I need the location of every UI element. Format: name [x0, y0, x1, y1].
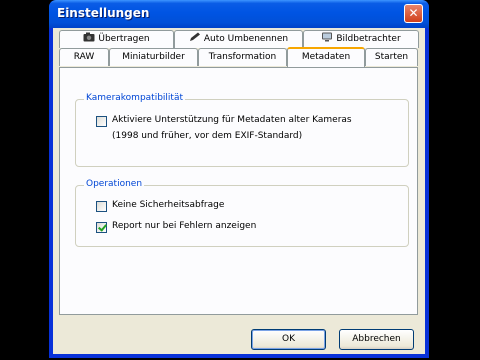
- group-title: Operationen: [84, 179, 145, 189]
- title-bar[interactable]: Einstellungen ✕: [49, 0, 429, 28]
- checkbox-label: Report nur bei Fehlern anzeigen: [112, 221, 257, 231]
- tab-transformation[interactable]: Transformation: [198, 48, 287, 66]
- group-operations: Operationen Keine Sicherheitsabfrage Rep…: [75, 179, 409, 247]
- close-button[interactable]: ✕: [404, 4, 423, 23]
- checkbox-label-secondary: (1998 und früher, vor dem EXIF-Standard): [112, 131, 303, 141]
- no-confirmation-checkbox[interactable]: [96, 201, 107, 212]
- tab-miniaturbilder[interactable]: Miniaturbilder: [109, 48, 198, 66]
- cancel-button[interactable]: Abbrechen: [339, 329, 414, 350]
- pen-icon: [189, 32, 200, 41]
- group-title: Kamerakompatibilität: [84, 93, 185, 103]
- close-icon: ✕: [408, 6, 419, 20]
- group-camera-compat: Kamerakompatibilität Aktiviere Unterstüt…: [75, 93, 409, 167]
- tab-raw[interactable]: RAW: [59, 48, 109, 66]
- old-camera-metadata-checkbox[interactable]: [96, 116, 107, 127]
- tab-label: Übertragen: [98, 34, 150, 44]
- tab-label: Transformation: [208, 52, 277, 62]
- tab-bildbetrachter[interactable]: Bildbetrachter: [303, 30, 419, 48]
- tab-label: RAW: [73, 52, 95, 62]
- dialog-title: Einstellungen: [57, 6, 150, 20]
- monitor-icon: [322, 32, 333, 42]
- ok-button[interactable]: OK: [251, 329, 326, 350]
- button-label: OK: [282, 334, 295, 344]
- tab-label: Starten: [374, 52, 409, 62]
- button-label: Abbrechen: [352, 334, 401, 344]
- tab-label: Auto Umbenennen: [203, 34, 289, 44]
- dialog-client-area: Übertragen Auto Umbenennen Bildbetrachte…: [53, 28, 425, 354]
- tab-label: Miniaturbilder: [122, 52, 185, 62]
- tab-label: Bildbetrachter: [336, 34, 401, 44]
- checkbox-label: Aktiviere Unterstützung für Metadaten al…: [112, 115, 352, 125]
- settings-dialog: Einstellungen ✕ Übertragen Auto Umbenenn…: [49, 0, 429, 358]
- metadaten-tab-panel: Kamerakompatibilität Aktiviere Unterstüt…: [59, 67, 418, 315]
- checkbox-label: Keine Sicherheitsabfrage: [112, 200, 225, 210]
- tab-uebertragen[interactable]: Übertragen: [59, 30, 174, 48]
- tab-starten[interactable]: Starten: [365, 48, 418, 66]
- report-errors-only-checkbox[interactable]: [96, 222, 107, 233]
- tab-label: Metadaten: [301, 52, 351, 62]
- camera-icon: [83, 32, 95, 42]
- tab-auto-umbenennen[interactable]: Auto Umbenennen: [174, 30, 303, 48]
- tab-metadaten[interactable]: Metadaten: [287, 47, 365, 67]
